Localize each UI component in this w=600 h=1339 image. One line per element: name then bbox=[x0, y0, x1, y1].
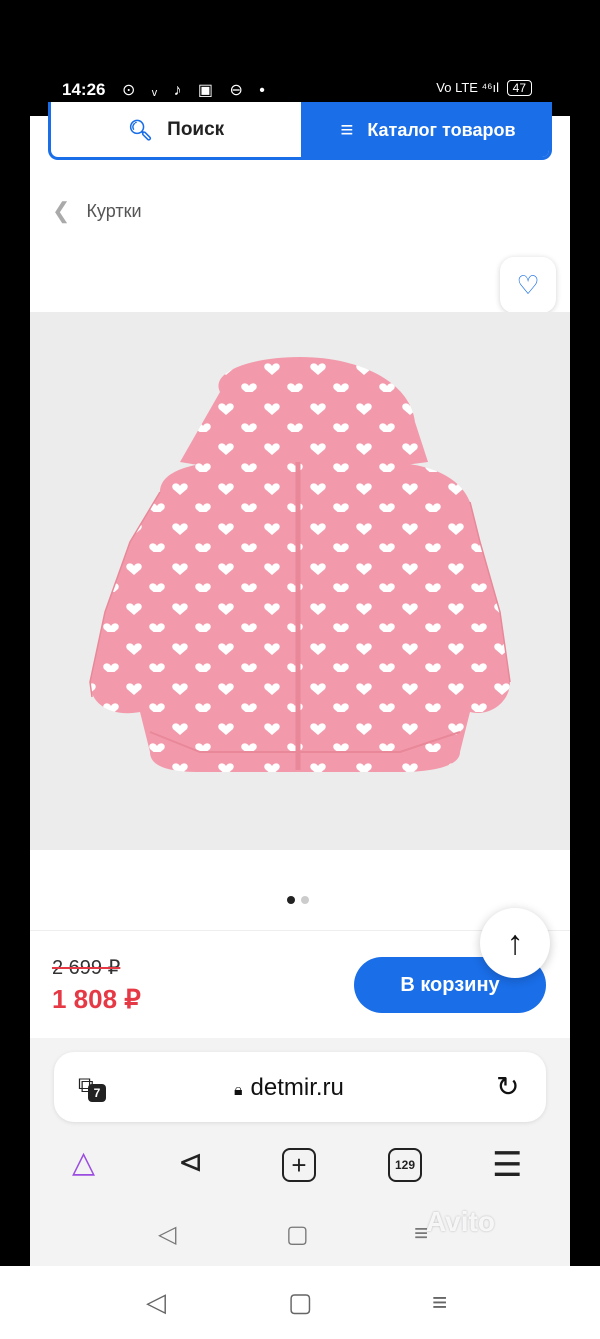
share-icon[interactable]: ⊲ bbox=[178, 1145, 203, 1180]
list-icon: ≡ bbox=[340, 117, 354, 142]
gallery-dot[interactable] bbox=[287, 896, 295, 904]
search-button[interactable]: 🔍︎ Поиск bbox=[51, 102, 301, 157]
catalog-button[interactable]: ≡ Каталог товаров bbox=[301, 102, 549, 157]
notification-icons: ⊙ ᵥ ♪ ▣ ⊖ • bbox=[122, 82, 271, 99]
scroll-to-top-button[interactable]: ↑ bbox=[480, 908, 550, 978]
header-tabs: 🔍︎ Поиск ≡ Каталог товаров bbox=[48, 102, 552, 160]
search-icon: 🔍︎ bbox=[127, 119, 154, 142]
back-nav-icon[interactable]: ◁ bbox=[158, 1220, 176, 1249]
home-icon[interactable]: ▢ bbox=[288, 1287, 313, 1318]
search-label: Поиск bbox=[167, 119, 225, 140]
product-image[interactable] bbox=[30, 312, 570, 850]
recents-icon[interactable]: ≡ bbox=[432, 1287, 447, 1318]
status-right: Vo LTE ⁴⁶ıl 47 bbox=[436, 80, 532, 96]
new-price: 1 808 ₽ bbox=[52, 984, 141, 1014]
arrow-up-icon: ↑ bbox=[506, 923, 524, 962]
favorite-button[interactable]: ♡ bbox=[500, 257, 556, 313]
reload-icon[interactable]: ↻ bbox=[496, 1070, 519, 1103]
heart-icon: ♡ bbox=[516, 269, 540, 300]
chevron-left-icon: ❮ bbox=[52, 198, 71, 223]
url-text[interactable]: 🔒︎ detmir.ru bbox=[234, 1074, 344, 1102]
signal-icon: Vo LTE ⁴⁶ıl bbox=[436, 80, 500, 95]
tab-icon[interactable]: ⧉ 7 bbox=[78, 1072, 108, 1102]
old-price: 2 699 ₽ bbox=[52, 957, 121, 979]
avito-watermark: Avito bbox=[426, 1206, 495, 1237]
catalog-label: Каталог товаров bbox=[367, 119, 516, 140]
gallery-dot[interactable] bbox=[301, 896, 309, 904]
jacket-illustration bbox=[89, 357, 511, 772]
tabs-counter-button[interactable]: 129 bbox=[388, 1148, 422, 1182]
open-tabs-badge: 7 bbox=[88, 1084, 106, 1102]
status-time: 14:26 bbox=[62, 80, 106, 99]
gallery-dots bbox=[287, 896, 309, 904]
back-icon[interactable]: ◁ bbox=[146, 1287, 166, 1318]
breadcrumb[interactable]: ❮ Куртки bbox=[52, 198, 142, 224]
lock-icon: 🔒︎ bbox=[234, 1082, 243, 1099]
breadcrumb-label: Куртки bbox=[86, 200, 142, 221]
alice-assistant-icon[interactable]: △ bbox=[72, 1145, 95, 1180]
new-tab-button[interactable]: + bbox=[282, 1148, 316, 1182]
battery-icon: 47 bbox=[506, 80, 532, 96]
url-label: detmir.ru bbox=[250, 1074, 344, 1101]
plus-icon: + bbox=[291, 1149, 307, 1180]
home-nav-icon[interactable]: ▢ bbox=[286, 1220, 309, 1249]
menu-icon[interactable]: ☰ bbox=[492, 1145, 522, 1185]
